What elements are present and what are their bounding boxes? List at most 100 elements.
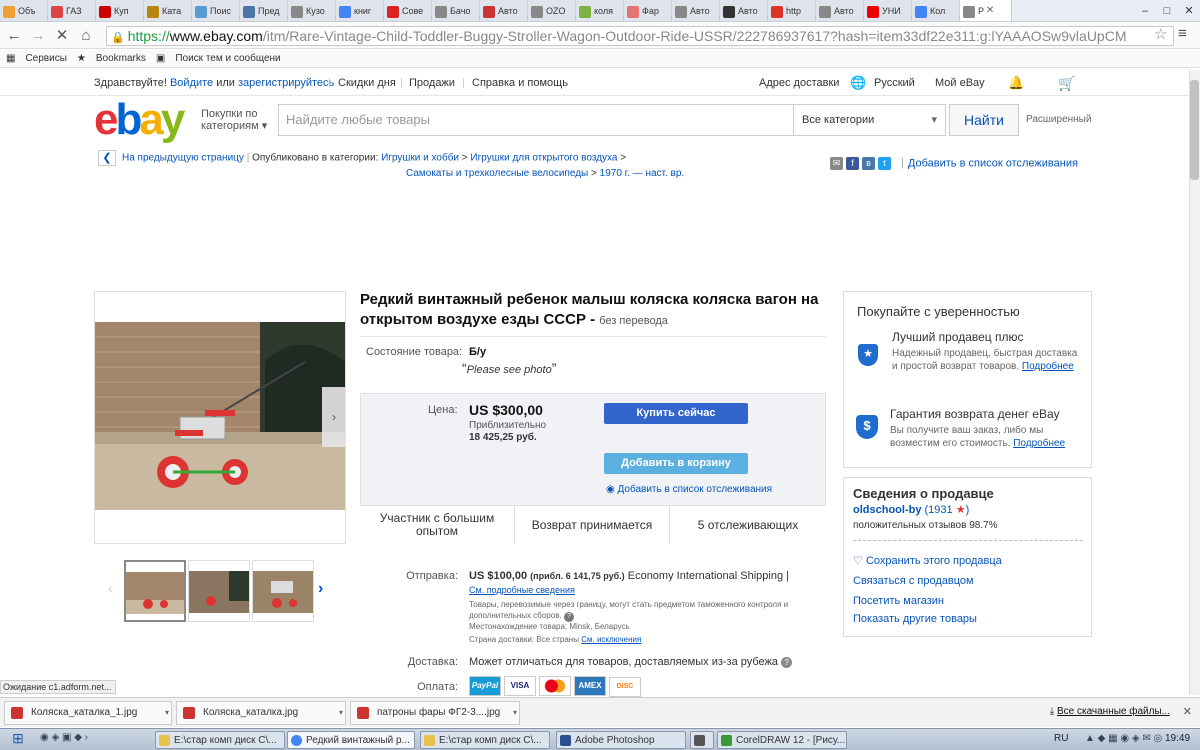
browser-tab[interactable]: OZO <box>528 0 576 21</box>
crumb-outdoor[interactable]: Игрушки для открытого воздуха <box>470 153 617 164</box>
back-link[interactable]: На предыдущую страницу <box>122 153 244 164</box>
browser-tab[interactable]: Поис <box>192 0 240 21</box>
help-link[interactable]: Справка и помощь <box>472 70 568 96</box>
crumb-scooters[interactable]: Самокаты и трехколесные велосипеды <box>406 168 588 179</box>
main-product-photo[interactable] <box>95 322 345 510</box>
forward-icon[interactable]: → <box>28 26 48 46</box>
ship-to-link[interactable]: Адрес доставки <box>759 70 839 96</box>
bookmark-search[interactable]: Поиск тем и сообщени <box>175 53 280 64</box>
taskbar-explorer-1[interactable]: E:\стар комп диск C\... <box>155 731 285 749</box>
browser-tab[interactable]: Авто <box>480 0 528 21</box>
twitter-icon[interactable]: t <box>878 157 891 170</box>
minimize-icon[interactable]: – <box>1134 0 1156 22</box>
browser-tab[interactable]: Ката <box>144 0 192 21</box>
maximize-icon[interactable]: □ <box>1156 0 1178 22</box>
browser-tab[interactable]: Авто <box>816 0 864 21</box>
visit-store-link[interactable]: Посетить магазин <box>853 595 944 607</box>
email-icon[interactable]: ✉ <box>830 157 843 170</box>
star-icon[interactable]: ☆ <box>1154 25 1167 43</box>
taskbar-explorer-2[interactable]: E:\стар комп диск C\... <box>420 731 550 749</box>
browser-tab[interactable]: Авто <box>672 0 720 21</box>
home-icon[interactable]: ⌂ <box>76 26 96 46</box>
bookmark-services[interactable]: Сервисы <box>25 53 66 64</box>
taskbar-app[interactable] <box>690 731 714 749</box>
help-icon[interactable]: ? <box>781 657 793 668</box>
crumb-toys[interactable]: Игрушки и хобби <box>381 153 459 164</box>
browser-tab[interactable]: Кузо <box>288 0 336 21</box>
taskbar-browser[interactable]: Редкий винтажный р... <box>287 731 415 749</box>
browser-tab[interactable]: ГАЗ <box>48 0 96 21</box>
search-button[interactable]: Найти <box>949 104 1019 136</box>
thumbnail-3[interactable] <box>252 560 314 622</box>
chevron-down-icon[interactable]: ▾ <box>513 702 517 724</box>
browser-tab[interactable]: Фар <box>624 0 672 21</box>
register-link[interactable]: зарегистрируйтесь <box>238 77 334 89</box>
start-button[interactable]: ⊞ <box>4 730 32 750</box>
browser-tab[interactable]: Объ <box>0 0 48 21</box>
browser-tab[interactable]: Куп <box>96 0 144 21</box>
close-window-icon[interactable]: ✕ <box>1178 0 1200 22</box>
taskbar-coreldraw[interactable]: CorelDRAW 12 - [Рису... <box>717 731 847 749</box>
download-item-3[interactable]: патроны фары ФГ2-3....jpg ▾ <box>350 701 520 725</box>
facebook-icon[interactable]: f <box>846 157 859 170</box>
language-select[interactable]: Русский <box>874 70 915 96</box>
browser-tab[interactable]: Пред <box>240 0 288 21</box>
next-image-arrow-icon[interactable]: › <box>322 387 346 447</box>
bell-icon[interactable]: 🔔 <box>1008 70 1024 96</box>
quick-launch-icons[interactable]: ◉ ◈ ▣ ◆ › <box>40 732 88 743</box>
crumb-year[interactable]: 1970 г. — наст. вр. <box>600 168 685 179</box>
address-bar[interactable]: 🔒 https://www.ebay.com/itm/Rare-Vintage-C… <box>106 26 1174 46</box>
browser-tab[interactable]: Кол <box>912 0 960 21</box>
ebay-logo[interactable]: ebay <box>94 98 194 142</box>
download-item-1[interactable]: Коляска_каталка_1.jpg ▾ <box>4 701 172 725</box>
download-item-2[interactable]: Коляска_каталка.jpg ▾ <box>176 701 346 725</box>
browser-tab[interactable]: Сове <box>384 0 432 21</box>
seller-name[interactable]: oldschool-by <box>853 504 921 516</box>
category-select[interactable]: Все категории ▾ <box>794 104 946 136</box>
close-download-bar-icon[interactable]: ✕ <box>1183 705 1192 718</box>
menu-icon[interactable]: ≡ <box>1178 25 1187 42</box>
exclusions-link[interactable]: См. исключения <box>581 635 641 644</box>
tray-icons[interactable]: ▲ ◆ ▦ ◉ ◈ ✉ ◎ <box>1085 733 1162 744</box>
deals-link[interactable]: Скидки дня <box>338 70 396 96</box>
browser-tab[interactable]: Бачо <box>432 0 480 21</box>
thumbnail-2[interactable] <box>188 560 250 622</box>
apps-icon[interactable]: ▦ <box>6 53 15 64</box>
cart-icon[interactable]: 🛒 <box>1058 70 1075 96</box>
browser-tab[interactable]: коля <box>576 0 624 21</box>
back-icon[interactable]: ← <box>4 26 24 46</box>
search-input[interactable]: Найдите любые товары <box>278 104 794 136</box>
vk-icon[interactable]: в <box>862 157 875 170</box>
scrollbar-thumb[interactable] <box>1190 80 1199 180</box>
chevron-down-icon[interactable]: ▾ <box>165 702 169 724</box>
back-arrow-icon[interactable]: ❮ <box>98 150 116 166</box>
shipping-details-link[interactable]: См. подробные сведения <box>469 585 575 595</box>
browser-tab[interactable]: книг <box>336 0 384 21</box>
save-seller-link[interactable]: ♡ Сохранить этого продавца <box>853 554 1002 567</box>
browser-tab[interactable]: УНИ <box>864 0 912 21</box>
add-to-watchlist-link[interactable]: ◉ Добавить в список отслеживания <box>606 484 772 495</box>
language-indicator[interactable]: RU <box>1054 733 1068 744</box>
my-ebay-link[interactable]: Мой eBay <box>935 70 985 96</box>
close-tab-icon[interactable]: ✕ <box>984 0 996 21</box>
contact-seller-link[interactable]: Связаться с продавцом <box>853 575 974 587</box>
selling-link[interactable]: Продажи <box>409 70 455 96</box>
stop-icon[interactable]: ✕ <box>52 26 72 46</box>
thumbnail-1[interactable] <box>124 560 186 622</box>
chevron-down-icon[interactable]: ▾ <box>339 702 343 724</box>
next-thumb-icon[interactable]: › <box>318 580 323 598</box>
top-rated-more-link[interactable]: Подробнее <box>1022 361 1074 372</box>
prev-thumb-icon[interactable]: ‹ <box>108 580 113 596</box>
taskbar-photoshop[interactable]: Adobe Photoshop <box>556 731 686 749</box>
buy-now-button[interactable]: Купить сейчас <box>604 403 748 424</box>
advanced-search-link[interactable]: Расширенный <box>1026 114 1091 125</box>
bookmark-bookmarks[interactable]: Bookmarks <box>96 53 146 64</box>
money-back-more-link[interactable]: Подробнее <box>1013 438 1065 449</box>
help-icon[interactable]: ? <box>563 612 574 622</box>
see-other-items-link[interactable]: Показать другие товары <box>853 613 977 625</box>
browser-tab[interactable]: Авто <box>720 0 768 21</box>
add-to-cart-button[interactable]: Добавить в корзину <box>604 453 748 474</box>
signin-link[interactable]: Войдите <box>170 77 213 89</box>
browser-tab[interactable]: Р ✕ <box>960 0 1012 21</box>
all-downloads-link[interactable]: ⤓ Все скачанные файлы... <box>1050 706 1170 717</box>
